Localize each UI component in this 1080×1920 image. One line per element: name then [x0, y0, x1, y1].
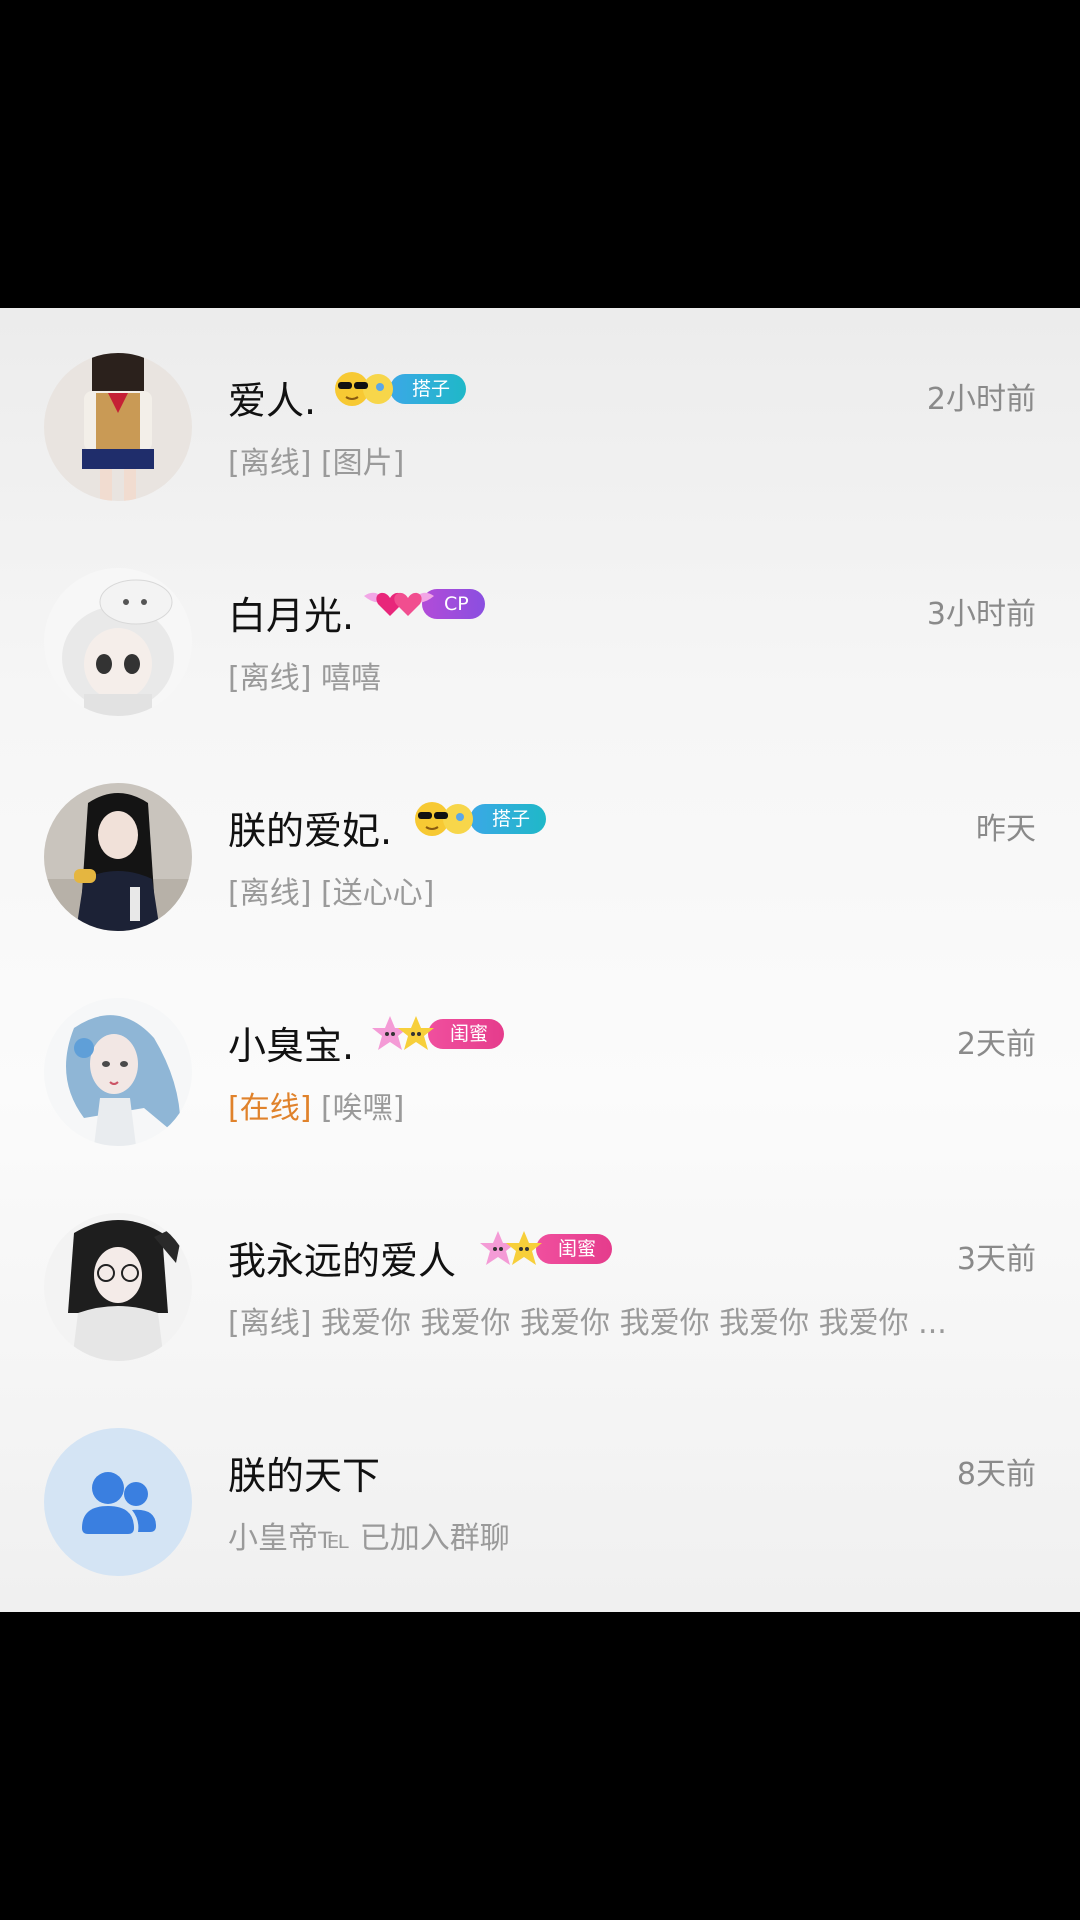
- letterbox-bottom: [0, 1612, 1080, 1920]
- timestamp: 3天前: [956, 1242, 1036, 1277]
- presence-status: [离线]: [228, 446, 312, 481]
- chat-row[interactable]: 朕的爱妃. 搭子 昨天 [离线] [送心心]: [0, 738, 1080, 953]
- contact-name: 朕的爱妃.: [228, 809, 393, 853]
- timestamp: 3小时前: [926, 597, 1036, 632]
- avatar[interactable]: [44, 568, 192, 716]
- message-preview: [离线] 嘻嘻: [228, 653, 1028, 697]
- group-users-icon: [82, 1472, 156, 1534]
- avatar[interactable]: [44, 353, 192, 501]
- chat-row-group[interactable]: 朕的天下 8天前 小皇帝℡ 已加入群聊: [0, 1383, 1080, 1598]
- letterbox-top: [0, 0, 1080, 308]
- chat-list: 爱人. 搭子 2小时前 [离线] [图片] 白月光. CP 3小时前 [离线] …: [0, 308, 1080, 1612]
- preview-text: 我爱你 我爱你 我爱你 我爱你 我爱你 我爱你 ...: [311, 1306, 947, 1341]
- chat-row[interactable]: 小臭宝. 闺蜜 2天前 [在线] [唉嘿]: [0, 953, 1080, 1168]
- chat-row[interactable]: 白月光. CP 3小时前 [离线] 嘻嘻: [0, 523, 1080, 738]
- relationship-badge: CP: [362, 587, 485, 621]
- preview-text: 嘻嘻: [311, 661, 381, 696]
- chat-row[interactable]: 爱人. 搭子 2小时前 [离线] [图片]: [0, 308, 1080, 523]
- relationship-badge: 闺蜜: [368, 1014, 505, 1054]
- relationship-badge: 搭子: [330, 369, 467, 409]
- message-preview: [离线] [图片]: [228, 438, 1028, 482]
- relationship-badge: 搭子: [410, 799, 547, 839]
- group-name: 朕的天下: [228, 1454, 381, 1498]
- avatar[interactable]: [44, 783, 192, 931]
- sunglasses-sun-icon: [410, 799, 484, 839]
- relationship-badge: 闺蜜: [476, 1229, 613, 1269]
- timestamp: 2小时前: [926, 382, 1036, 417]
- preview-text: [送心心]: [311, 876, 435, 911]
- presence-status: [离线]: [228, 661, 312, 696]
- presence-status: [离线]: [228, 1306, 312, 1341]
- message-preview: 小皇帝℡ 已加入群聊: [228, 1513, 1028, 1557]
- chat-row[interactable]: 我永远的爱人 闺蜜 3天前 [离线] 我爱你 我爱你 我爱你 我爱你 我爱你 我…: [0, 1168, 1080, 1383]
- avatar[interactable]: [44, 998, 192, 1146]
- contact-name: 我永远的爱人: [228, 1239, 457, 1283]
- preview-text: [唉嘿]: [311, 1091, 405, 1126]
- timestamp: 2天前: [956, 1027, 1036, 1062]
- winged-hearts-icon: [362, 584, 436, 624]
- group-avatar[interactable]: [44, 1428, 192, 1576]
- message-preview: [离线] 我爱你 我爱你 我爱你 我爱你 我爱你 我爱你 ...: [228, 1298, 1028, 1342]
- timestamp: 昨天: [976, 812, 1036, 847]
- stars-icon: [368, 1014, 442, 1054]
- contact-name: 白月光.: [228, 594, 355, 638]
- contact-name: 爱人.: [228, 379, 317, 423]
- message-preview: [在线] [唉嘿]: [228, 1083, 1028, 1127]
- timestamp: 8天前: [956, 1457, 1036, 1492]
- avatar[interactable]: [44, 1213, 192, 1361]
- contact-name: 小臭宝.: [228, 1024, 355, 1068]
- message-preview: [离线] [送心心]: [228, 868, 1028, 912]
- presence-status: [在线]: [228, 1091, 312, 1126]
- preview-text: [图片]: [311, 446, 405, 481]
- presence-status: [离线]: [228, 876, 312, 911]
- stars-icon: [476, 1229, 550, 1269]
- sunglasses-sun-icon: [330, 369, 404, 409]
- preview-text: 小皇帝℡ 已加入群聊: [228, 1521, 510, 1556]
